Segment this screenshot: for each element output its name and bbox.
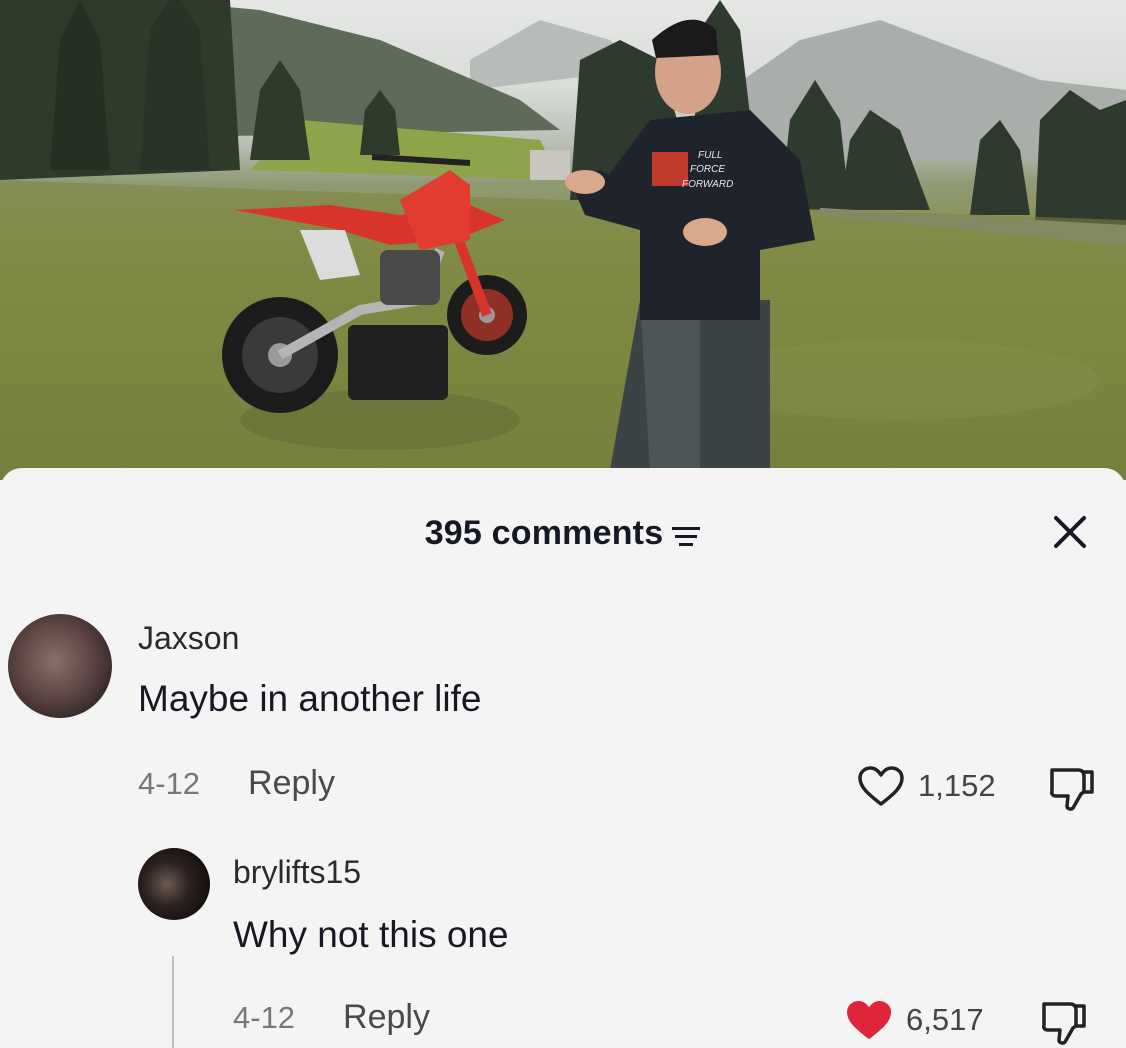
hoodie-print-line: FORWARD (682, 179, 733, 190)
heart-outline-icon (858, 766, 904, 806)
avatar[interactable] (138, 848, 210, 920)
comments-header: 395 comments (0, 508, 1126, 558)
comment-text: Why not this one (233, 914, 509, 955)
like-count: 1,152 (918, 768, 996, 803)
hoodie-print-line: FULL (698, 150, 722, 161)
thread-line (172, 956, 174, 1048)
reply-button[interactable]: Reply (248, 764, 335, 803)
comment-text: Maybe in another life (138, 678, 482, 719)
dislike-icon[interactable] (1046, 764, 1098, 812)
comments-sheet: 395 comments Jaxson Maybe in another lif… (0, 468, 1126, 1048)
hoodie-print-line: FORCE (690, 164, 725, 175)
comment-date: 4-12 (138, 765, 201, 801)
heart-filled-icon (847, 1001, 891, 1039)
close-icon[interactable] (1050, 512, 1090, 552)
comment-username[interactable]: brylifts15 (233, 854, 361, 891)
like-count: 6,517 (906, 1002, 984, 1037)
comment-count: 395 comments (424, 513, 664, 552)
comment-meta: 4-12 Reply (233, 998, 430, 1037)
dislike-icon[interactable] (1038, 998, 1090, 1046)
reply-button[interactable]: Reply (343, 998, 430, 1037)
filter-icon[interactable] (671, 523, 701, 549)
avatar[interactable] (8, 614, 112, 718)
field (0, 180, 1126, 480)
comment-username[interactable]: Jaxson (138, 620, 239, 657)
comment-meta: 4-12 Reply (138, 764, 335, 803)
comment-date: 4-12 (233, 999, 296, 1035)
video-scene: FULL FORCE FORWARD (0, 0, 1126, 480)
bike-stand (348, 325, 448, 400)
like-button[interactable]: 6,517 (844, 998, 984, 1042)
video-frame[interactable]: FULL FORCE FORWARD (0, 0, 1126, 480)
house (530, 150, 570, 180)
like-button[interactable]: 1,152 (856, 764, 996, 808)
